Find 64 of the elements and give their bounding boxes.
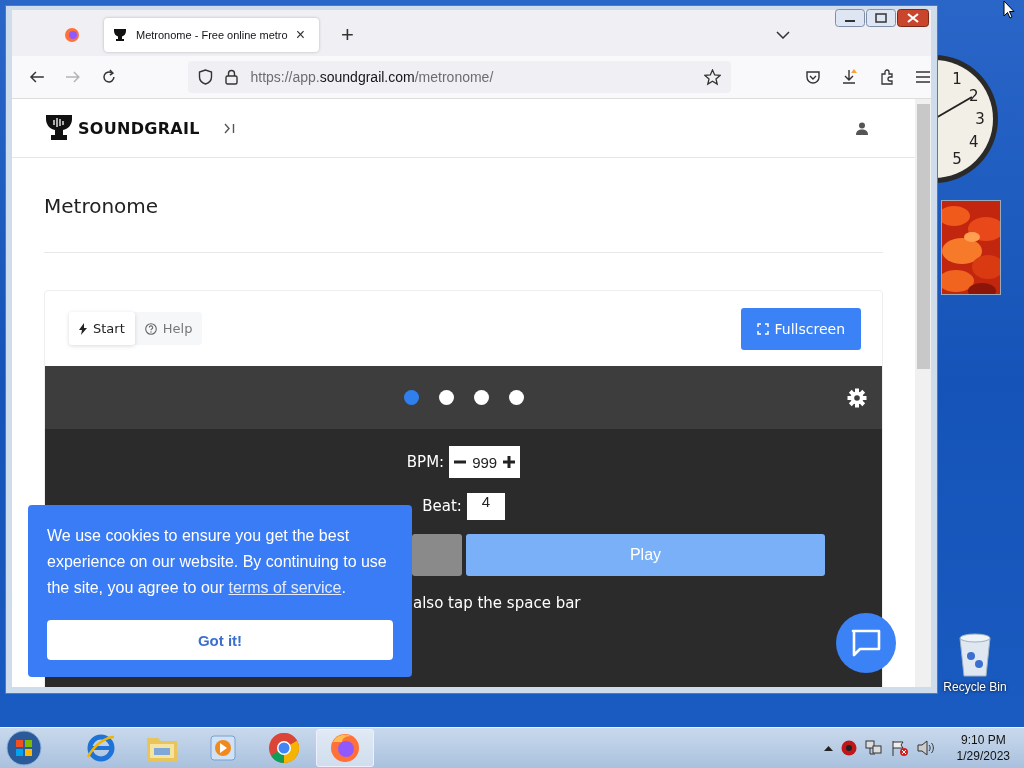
cursor-icon [1003,0,1015,19]
extensions-icon[interactable] [879,69,895,85]
chat-icon [851,629,881,657]
tab-title: Metronome - Free online metro [136,29,288,41]
firefox-icon [64,27,80,43]
lock-icon [225,69,239,85]
url-text: https://app.soundgrail.com/metronome/ [250,69,495,85]
taskbar-app[interactable] [316,729,374,767]
settings-icon[interactable] [847,387,867,408]
bpm-value: 999 [472,453,498,471]
download-icon[interactable] [841,68,859,86]
flag-icon[interactable] [890,740,909,756]
firefox-icon [329,732,361,764]
brand-name: SOUNDGRAIL [78,118,200,138]
toolbar-tab[interactable]: Help [134,312,203,345]
accept-button[interactable]: Got it! [47,620,393,660]
recycle-bin-icon[interactable] [957,632,993,678]
clock-numeral: 2 [968,87,979,105]
hint-text: also tap the space bar [413,594,582,612]
start-button[interactable] [6,730,42,766]
trophy-icon [112,27,128,43]
network-icon[interactable] [864,740,883,756]
chevron-down-icon[interactable] [775,31,790,39]
desktop-icon-label: Recycle Bin [943,680,1007,694]
scrollbar[interactable] [915,99,931,687]
clock-time[interactable]: 9:10 PM [960,732,1006,748]
lightning-icon [79,322,87,335]
show-hidden-icons-button[interactable] [823,745,833,751]
back-icon[interactable] [29,69,45,85]
minimize-button[interactable] [835,9,865,27]
beat-label: Beat: [422,497,462,515]
bpm-label: BPM: [406,453,445,471]
reload-icon[interactable] [100,69,117,85]
beat-input[interactable]: 4 [466,492,505,520]
menu-icon[interactable] [915,70,931,84]
media-player-icon [209,734,237,762]
shield-icon [198,69,214,85]
browser-tab[interactable]: Metronome - Free online metro × [104,18,319,52]
tab-close-button[interactable]: × [295,26,305,44]
star-icon[interactable] [704,68,721,86]
clock-date[interactable]: 1/29/2023 [956,748,1010,764]
fullscreen-button[interactable]: Fullscreen [740,307,861,350]
help-icon [144,322,157,335]
toolbar-tab[interactable]: Start [69,312,135,345]
cookie-message: We use cookies to ensure you get the best experience on our website. By continuing to use the site, you agree to our terms of service. [47,526,388,598]
browser-e-icon [86,733,116,763]
bpm-stepper[interactable]: 999 [449,446,521,478]
chrome-icon [268,732,300,764]
close-button[interactable] [897,9,929,27]
fullscreen-icon [756,322,769,335]
trophy-icon [44,113,74,143]
clock-numeral: 1 [952,70,962,89]
plus-icon[interactable] [503,456,516,468]
page-title: Metronome [44,193,160,220]
clock-numeral: 5 [952,149,962,168]
user-icon[interactable] [856,121,868,135]
clock-numeral: 3 [975,110,985,128]
clock-numeral: 4 [968,133,979,151]
new-tab-button[interactable]: + [341,22,354,48]
volume-icon[interactable] [916,740,935,756]
maximize-button[interactable] [866,9,896,27]
address-bar[interactable]: https://app.soundgrail.com/metronome/ [188,61,731,93]
collapse-sidebar-icon[interactable] [223,122,235,134]
pocket-icon[interactable] [805,69,821,85]
